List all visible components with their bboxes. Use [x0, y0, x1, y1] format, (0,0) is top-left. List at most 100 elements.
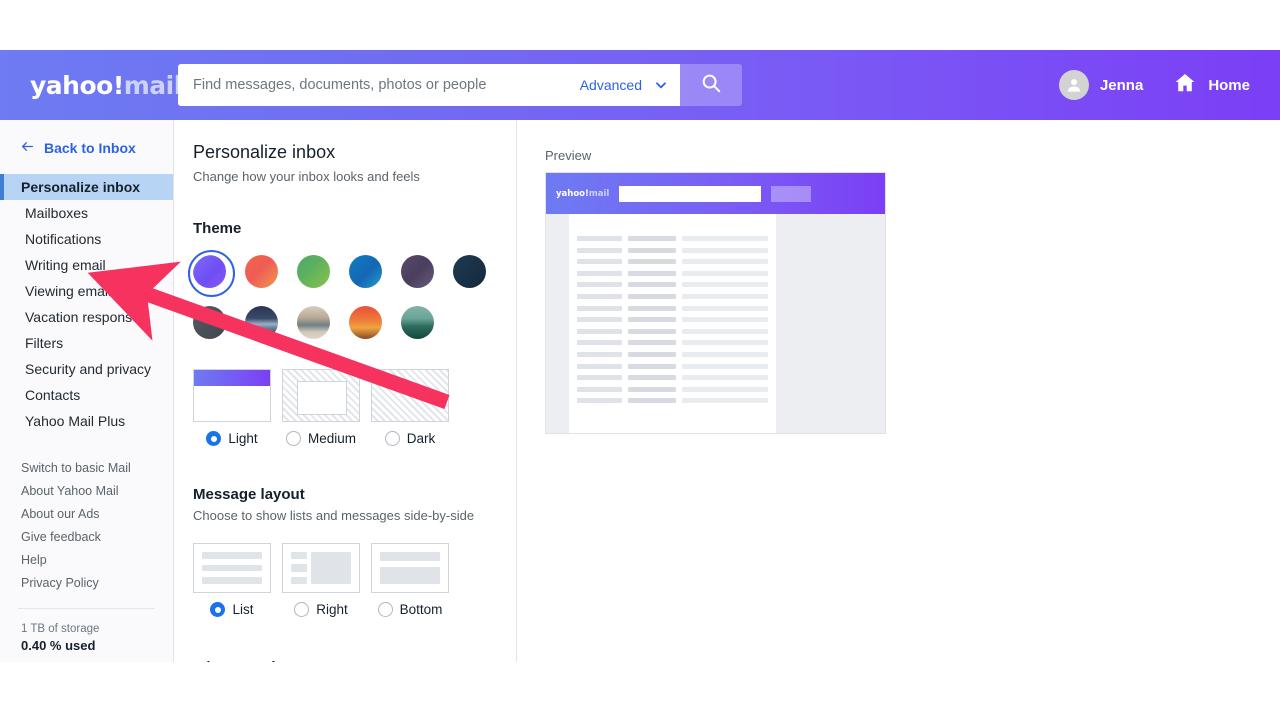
preview-message-row [577, 351, 768, 357]
radio-right[interactable] [294, 602, 310, 617]
settings-nav: Personalize inbox Mailboxes Notification… [0, 174, 173, 434]
advanced-search-link[interactable]: Advanced [580, 77, 642, 93]
preview-placeholder-bar [682, 259, 768, 265]
theme-swatch-charcoal[interactable] [193, 306, 226, 339]
preview-placeholder-bar [682, 305, 768, 311]
theme-mode-dark[interactable]: Dark [371, 369, 449, 446]
sidebar-item-label: Vacation response [25, 309, 140, 325]
radio-dark[interactable] [384, 431, 400, 446]
chevron-down-icon[interactable] [650, 64, 672, 106]
sidebar-item-label: Filters [25, 335, 64, 351]
preview-placeholder-bar [577, 351, 622, 357]
link-label: About Yahoo Mail [21, 483, 119, 498]
thumb-reading-pane [311, 552, 351, 584]
theme-mode-light-radio-row[interactable]: Light [193, 431, 271, 446]
theme-mode-dark-label: Dark [406, 431, 436, 446]
layout-option-bottom-thumb [371, 543, 449, 593]
layout-right-radio-row[interactable]: Right [282, 602, 360, 617]
theme-swatch-sunset-orange[interactable] [245, 255, 278, 288]
search-field[interactable]: Advanced [178, 64, 680, 106]
preview-header: yahoo!mail [546, 173, 885, 214]
layout-list-radio-row[interactable]: List [193, 602, 271, 617]
preview-message-row [577, 363, 768, 369]
preview-placeholder-bar [577, 236, 622, 241]
search-button[interactable] [680, 64, 742, 106]
storage-total: 1 TB of storage [21, 623, 100, 635]
theme-mode-medium[interactable]: Medium [282, 369, 360, 446]
sidebar-item-label: Security and privacy [25, 361, 152, 377]
theme-swatch-blue[interactable] [349, 255, 382, 288]
layout-bottom-radio-row[interactable]: Bottom [371, 602, 449, 617]
search-input[interactable] [193, 77, 572, 93]
sidebar-item-personalize-inbox[interactable]: Personalize inbox [0, 174, 173, 200]
app-screenshot: yahoo!mail Advanced Jenna [0, 0, 1280, 720]
sidebar-item-yahoo-mail-plus[interactable]: Yahoo Mail Plus [0, 408, 173, 434]
preview-placeholder-bar [577, 317, 622, 323]
preview-placeholder-bar [628, 282, 676, 288]
radio-list[interactable] [210, 602, 226, 617]
sidebar-item-notifications[interactable]: Notifications [0, 226, 173, 252]
preview-placeholder-bar [682, 293, 768, 299]
radio-bottom[interactable] [377, 602, 393, 617]
preview-message-row [577, 236, 768, 241]
theme-mode-light[interactable]: Light [193, 369, 271, 446]
layout-option-right[interactable]: Right [282, 543, 360, 617]
theme-swatch-photo-beach[interactable] [297, 306, 330, 339]
layout-option-bottom[interactable]: Bottom [371, 543, 449, 617]
theme-swatch-photo-night-lake[interactable] [245, 306, 278, 339]
link-help[interactable]: Help [0, 548, 173, 571]
layout-list-label: List [232, 602, 254, 617]
preview-placeholder-bar [628, 259, 676, 265]
theme-swatch-purple-gradient[interactable] [188, 250, 235, 297]
theme-title: Theme [193, 220, 242, 237]
search-icon [700, 72, 722, 99]
sidebar-item-security-and-privacy[interactable]: Security and privacy [0, 356, 173, 382]
link-about-our-ads[interactable]: About our Ads [0, 502, 173, 525]
search-bar[interactable]: Advanced [178, 64, 742, 106]
preview-placeholder-bar [628, 305, 676, 311]
preview-placeholder-bar [682, 270, 768, 276]
theme-mode-dark-radio-row[interactable]: Dark [371, 431, 449, 446]
radio-light[interactable] [206, 431, 222, 446]
sidebar-item-label: Notifications [25, 231, 102, 247]
theme-swatch-photo-sunset[interactable] [349, 306, 382, 339]
sidebar-item-writing-email[interactable]: Writing email [0, 252, 173, 278]
theme-swatch-green[interactable] [297, 255, 330, 288]
link-about-yahoo-mail[interactable]: About Yahoo Mail [0, 479, 173, 502]
sidebar-item-viewing-email[interactable]: Viewing email [0, 278, 173, 304]
theme-swatch-row-2 [193, 306, 496, 339]
layout-option-list[interactable]: List [193, 543, 271, 617]
link-privacy-policy[interactable]: Privacy Policy [0, 571, 173, 594]
theme-swatch-navy[interactable] [453, 255, 486, 288]
link-switch-to-basic-mail[interactable]: Switch to basic Mail [0, 456, 173, 479]
account-button[interactable]: Jenna [1058, 70, 1143, 100]
preview-placeholder-bar [577, 282, 622, 288]
yahoo-mail-logo[interactable]: yahoo!mail [30, 71, 182, 100]
preview-message-row [577, 386, 768, 392]
sidebar-item-vacation-response[interactable]: Vacation response [0, 304, 173, 330]
theme-swatch-photo-mountains[interactable] [401, 306, 434, 339]
sidebar-item-mailboxes[interactable]: Mailboxes [0, 200, 173, 226]
radio-medium[interactable] [285, 431, 301, 446]
preview-logo-yahoo: yahoo [556, 188, 586, 199]
preview-message-list [569, 214, 776, 433]
sidebar-item-contacts[interactable]: Contacts [0, 382, 173, 408]
personalize-inbox-panel: Personalize inbox Change how your inbox … [174, 120, 517, 662]
preview-message-row [577, 282, 768, 288]
theme-swatch-plum[interactable] [401, 255, 434, 288]
thumb-lines [202, 552, 262, 585]
theme-mode-medium-radio-row[interactable]: Medium [282, 431, 360, 446]
preview-placeholder-bar [628, 328, 676, 334]
home-button[interactable]: Home [1173, 71, 1250, 100]
sidebar-item-filters[interactable]: Filters [0, 330, 173, 356]
thumb-line [380, 552, 440, 561]
thumb-header-bar [194, 370, 270, 386]
back-to-inbox-button[interactable]: Back to Inbox [0, 134, 173, 162]
preview-placeholder-bar [628, 398, 676, 404]
sidebar-links: Switch to basic Mail About Yahoo Mail Ab… [0, 456, 173, 594]
link-give-feedback[interactable]: Give feedback [0, 525, 173, 548]
preview-placeholder-bar [628, 340, 676, 346]
preview-message-row [577, 398, 768, 404]
preview-placeholder-bar [628, 351, 676, 357]
preview-placeholder-bar [577, 259, 622, 265]
